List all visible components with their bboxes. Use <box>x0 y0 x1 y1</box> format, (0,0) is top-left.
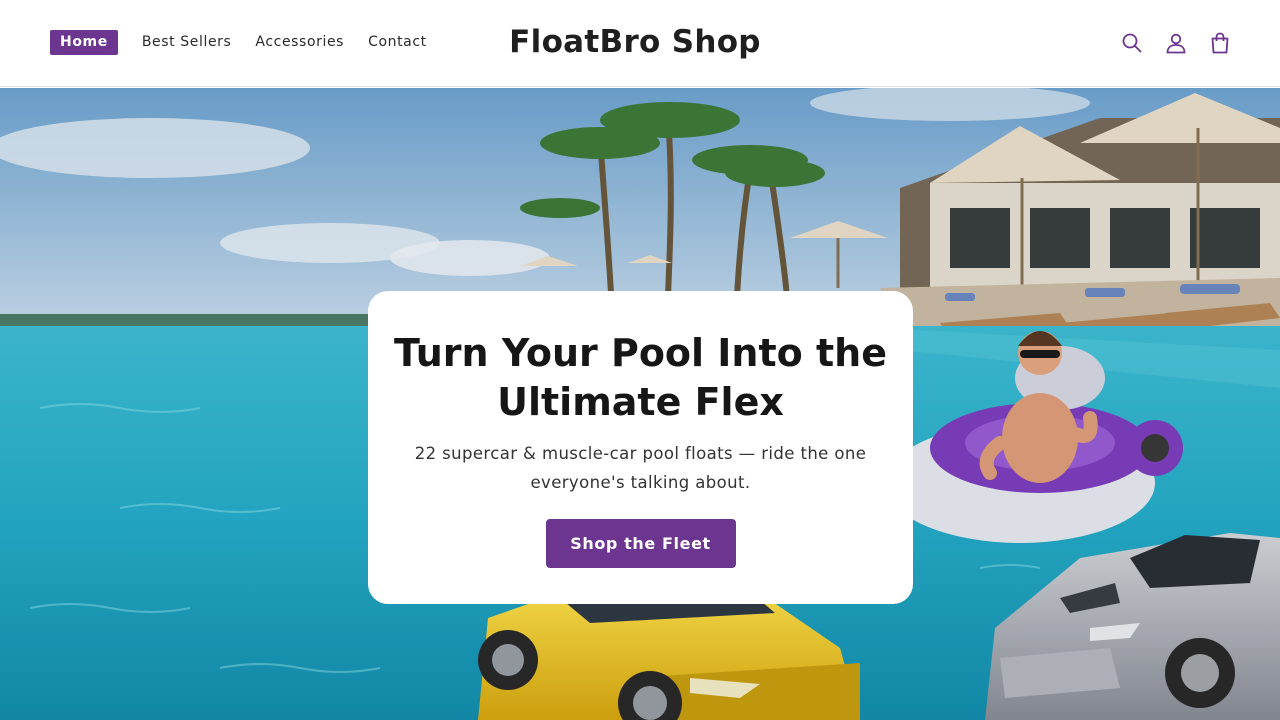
cart-icon[interactable] <box>1204 28 1236 58</box>
site-header: Home Best Sellers Accessories Contact Fl… <box>0 0 1280 87</box>
site-logo-title[interactable]: FloatBro Shop <box>0 22 1270 62</box>
header-icons <box>1104 28 1236 58</box>
shop-the-fleet-button[interactable]: Shop the Fleet <box>545 519 736 568</box>
account-icon[interactable] <box>1160 28 1192 58</box>
hero-subheadline: 22 supercar & muscle-car pool floats — r… <box>414 444 867 492</box>
search-icon[interactable] <box>1116 28 1148 58</box>
hero-banner: Turn Your Pool Into the Ultimate Flex 22… <box>0 88 1280 720</box>
hero-headline: Turn Your Pool Into the Ultimate Flex <box>394 331 887 424</box>
hero-card: Turn Your Pool Into the Ultimate Flex 22… <box>368 291 913 604</box>
